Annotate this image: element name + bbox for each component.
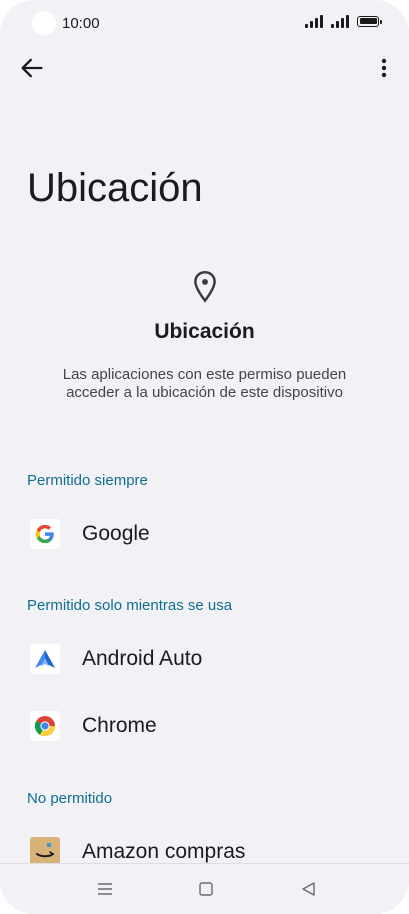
header-description: Las aplicaciones con este permiso pueden… [62,366,347,401]
app-label: Chrome [82,714,157,737]
back-triangle-icon[interactable] [298,878,320,900]
app-label: Android Auto [82,647,203,670]
section-header-while-using: Permitido solo mientras se usa [27,597,233,614]
google-icon [30,519,60,549]
section-header-always: Permitido siempre [27,472,148,489]
location-pin-icon [193,271,216,303]
app-item-chrome[interactable]: Chrome [0,697,409,755]
navigation-bar [0,863,409,914]
status-time: 10:00 [62,15,100,32]
signal-icon [305,14,323,28]
battery-icon [357,15,382,27]
header-title: Ubicación [154,320,255,343]
app-item-android-auto[interactable]: Android Auto [0,630,409,688]
app-item-google[interactable]: Google [0,505,409,563]
signal-icon-secondary [331,14,349,28]
phone-screen: 10:00 Ubicación Ubicación Las aplicacion [0,0,409,914]
page-title: Ubicación [27,166,203,210]
recents-menu-icon[interactable] [94,878,116,900]
chrome-icon [30,711,60,741]
android-auto-icon [30,644,60,674]
permission-header: Ubicación Las aplicaciones con este perm… [0,270,409,402]
status-icons [305,14,382,28]
app-label: Google [82,522,150,545]
status-bar: 10:00 [0,0,409,46]
app-label: Amazon compras [82,840,246,863]
back-arrow-icon[interactable] [18,54,46,82]
home-square-icon[interactable] [195,878,217,900]
section-header-denied: No permitido [27,790,113,807]
top-app-bar [0,46,409,90]
more-options-icon[interactable] [375,54,393,82]
camera-cutout [32,11,56,35]
